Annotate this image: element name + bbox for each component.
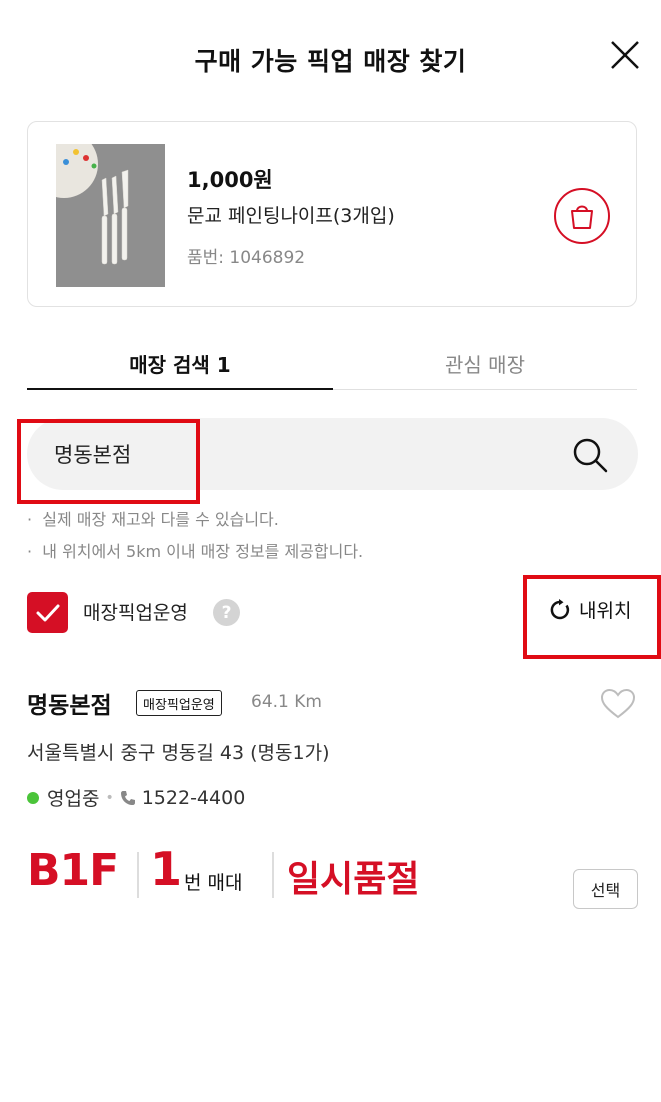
store-address: 서울특별시 중구 명동길 43 (명동1가) [27, 742, 330, 764]
shelf-number: 1 [150, 842, 183, 896]
info-note-text: 실제 매장 재고와 다를 수 있습니다. [42, 510, 279, 529]
info-note: · 내 위치에서 5km 이내 매장 정보를 제공합니다. [27, 542, 364, 561]
store-phone[interactable]: 1522-4400 [142, 787, 246, 809]
store-status-row: 영업중 • 1522-4400 [27, 784, 245, 811]
store-pickup-badge: 매장픽업운영 [136, 690, 222, 716]
location-highlight-box [523, 575, 661, 659]
search-icon[interactable] [571, 436, 609, 474]
search-highlight-box [17, 419, 200, 504]
separator-dot: • [105, 789, 114, 806]
store-status: 영업중 [47, 788, 100, 810]
check-icon [36, 604, 59, 621]
shopping-bag-icon [571, 205, 593, 229]
open-status-dot [27, 791, 39, 804]
product-price: 1,000원 [187, 168, 273, 192]
product-name: 문교 페인팅나이프(3개입) [187, 205, 395, 227]
product-image [56, 144, 165, 287]
phone-icon [120, 790, 135, 805]
tab-active-indicator [27, 388, 333, 390]
floor-label: B1F [27, 845, 119, 896]
close-icon[interactable] [606, 36, 644, 74]
product-code: 품번: 1046892 [187, 248, 306, 268]
store-distance: 64.1 Km [251, 692, 322, 712]
stock-status: 일시품절 [287, 859, 420, 900]
tab-favorite-stores[interactable]: 관심 매장 [333, 349, 637, 378]
pickup-filter-label[interactable]: 매장픽업운영 [83, 598, 188, 625]
heart-icon[interactable] [600, 688, 636, 720]
cart-button[interactable] [554, 188, 610, 244]
select-button[interactable]: 선택 [573, 869, 638, 909]
info-note: · 실제 매장 재고와 다를 수 있습니다. [27, 510, 279, 529]
page-title: 구매 가능 픽업 매장 찾기 [194, 47, 467, 76]
shelf-unit: 번 매대 [184, 872, 243, 894]
store-name[interactable]: 명동본점 [27, 686, 112, 720]
help-icon[interactable]: ? [213, 599, 240, 626]
divider [272, 852, 274, 898]
tab-store-search[interactable]: 매장 검색 1 [27, 349, 333, 378]
pickup-filter-checkbox[interactable] [27, 592, 68, 633]
info-note-text: 내 위치에서 5km 이내 매장 정보를 제공합니다. [42, 542, 364, 561]
divider [137, 852, 139, 898]
